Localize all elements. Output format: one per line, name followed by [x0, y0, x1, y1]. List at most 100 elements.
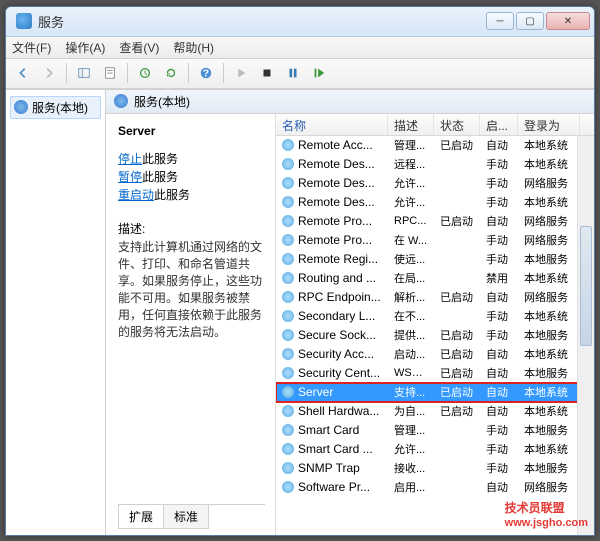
service-name: Server	[298, 385, 333, 399]
service-startup: 手动	[480, 175, 518, 191]
col-desc[interactable]: 描述	[388, 114, 434, 135]
gear-icon	[14, 100, 28, 114]
col-logon[interactable]: 登录为	[518, 114, 580, 135]
service-logon: 本地服务	[518, 422, 580, 438]
service-row[interactable]: Remote Des...允许...手动本地系统	[276, 193, 594, 212]
service-desc: 允许...	[388, 441, 434, 457]
back-button[interactable]	[12, 62, 34, 84]
menu-help[interactable]: 帮助(H)	[173, 39, 214, 56]
service-name: Shell Hardwa...	[298, 404, 379, 418]
service-desc: 接收...	[388, 460, 434, 476]
tab-extended[interactable]: 扩展	[118, 505, 164, 529]
service-status: 已启动	[434, 213, 480, 229]
service-row[interactable]: Smart Card ...允许...手动本地系统	[276, 440, 594, 459]
service-row[interactable]: SNMP Trap接收...手动本地服务	[276, 459, 594, 478]
service-row[interactable]: Remote Regi...使远...手动本地服务	[276, 250, 594, 269]
menu-view[interactable]: 查看(V)	[119, 39, 159, 56]
properties-button[interactable]	[99, 62, 121, 84]
service-row[interactable]: Remote Pro...RPC...已启动自动网络服务	[276, 212, 594, 231]
services-window: 服务 ─ ▢ ✕ 文件(F) 操作(A) 查看(V) 帮助(H) ?	[5, 6, 595, 536]
restart-link[interactable]: 重启动	[118, 188, 154, 202]
service-desc: 在不...	[388, 308, 434, 324]
service-row[interactable]: Remote Pro...在 W...手动网络服务	[276, 231, 594, 250]
main-header-title: 服务(本地)	[134, 93, 190, 110]
service-row[interactable]: Server支持...已启动自动本地系统	[276, 383, 594, 402]
help-button[interactable]: ?	[195, 62, 217, 84]
nav-services-local[interactable]: 服务(本地)	[10, 96, 101, 119]
service-status: 已启动	[434, 403, 480, 419]
titlebar[interactable]: 服务 ─ ▢ ✕	[6, 7, 594, 37]
service-logon: 本地系统	[518, 137, 580, 153]
service-row[interactable]: Security Cent...WSC...已启动自动本地服务	[276, 364, 594, 383]
service-name: Remote Des...	[298, 157, 375, 171]
service-logon: 网络服务	[518, 213, 580, 229]
service-row[interactable]: Secondary L...在不...手动本地系统	[276, 307, 594, 326]
pause-service-button[interactable]	[282, 62, 304, 84]
col-startup[interactable]: 启...	[480, 114, 518, 135]
menu-action[interactable]: 操作(A)	[65, 39, 105, 56]
service-name: Remote Pro...	[298, 233, 372, 247]
show-hide-tree-button[interactable]	[73, 62, 95, 84]
service-row[interactable]: Routing and ...在局...禁用本地系统	[276, 269, 594, 288]
restart-service-button[interactable]	[308, 62, 330, 84]
close-button[interactable]: ✕	[546, 12, 590, 30]
service-desc: 启用...	[388, 479, 434, 495]
forward-button[interactable]	[38, 62, 60, 84]
service-row[interactable]: Software Pr...启用...自动网络服务	[276, 478, 594, 497]
service-row[interactable]: Remote Des...远程...手动本地系统	[276, 155, 594, 174]
service-startup: 手动	[480, 327, 518, 343]
service-logon: 网络服务	[518, 479, 580, 495]
vertical-scrollbar[interactable]	[577, 136, 594, 535]
service-logon: 本地系统	[518, 308, 580, 324]
service-row[interactable]: RPC Endpoin...解析...已启动自动网络服务	[276, 288, 594, 307]
service-desc: 管理...	[388, 137, 434, 153]
service-startup: 自动	[480, 346, 518, 362]
service-desc: 解析...	[388, 289, 434, 305]
service-desc: 提供...	[388, 327, 434, 343]
minimize-button[interactable]: ─	[486, 12, 514, 30]
service-name: Remote Regi...	[298, 252, 378, 266]
stop-service-button[interactable]	[256, 62, 278, 84]
service-icon	[282, 367, 294, 379]
start-service-button[interactable]	[230, 62, 252, 84]
service-startup: 手动	[480, 422, 518, 438]
service-logon: 本地系统	[518, 156, 580, 172]
export-button[interactable]	[134, 62, 156, 84]
service-name: Software Pr...	[298, 480, 370, 494]
service-row[interactable]: Remote Des...允许...手动网络服务	[276, 174, 594, 193]
service-logon: 本地系统	[518, 194, 580, 210]
service-status: 已启动	[434, 137, 480, 153]
service-desc: 允许...	[388, 175, 434, 191]
service-logon: 网络服务	[518, 232, 580, 248]
maximize-button[interactable]: ▢	[516, 12, 544, 30]
nav-label: 服务(本地)	[32, 99, 88, 116]
service-row[interactable]: Remote Acc...管理...已启动自动本地系统	[276, 136, 594, 155]
service-row[interactable]: Secure Sock...提供...已启动手动本地服务	[276, 326, 594, 345]
stop-link[interactable]: 停止	[118, 152, 142, 166]
col-name[interactable]: 名称	[276, 114, 388, 135]
service-row[interactable]: Smart Card管理...手动本地服务	[276, 421, 594, 440]
service-name: Security Acc...	[298, 347, 374, 361]
main-header: 服务(本地)	[106, 90, 594, 114]
service-row[interactable]: Shell Hardwa...为自...已启动自动本地系统	[276, 402, 594, 421]
refresh-button[interactable]	[160, 62, 182, 84]
service-status: 已启动	[434, 346, 480, 362]
svg-text:?: ?	[203, 68, 209, 80]
service-icon	[282, 329, 294, 341]
service-desc: 远程...	[388, 156, 434, 172]
service-name: Security Cent...	[298, 366, 380, 380]
service-logon: 本地服务	[518, 251, 580, 267]
service-logon: 网络服务	[518, 289, 580, 305]
col-status[interactable]: 状态	[434, 114, 480, 135]
tab-standard[interactable]: 标准	[163, 505, 209, 529]
nav-tree: 服务(本地)	[6, 90, 106, 535]
service-icon	[282, 443, 294, 455]
menu-file[interactable]: 文件(F)	[12, 39, 51, 56]
service-startup: 手动	[480, 194, 518, 210]
scrollbar-thumb[interactable]	[580, 226, 592, 346]
service-row[interactable]: Security Acc...启动...已启动自动本地系统	[276, 345, 594, 364]
service-icon	[282, 196, 294, 208]
pause-link[interactable]: 暂停	[118, 170, 142, 184]
service-logon: 本地服务	[518, 327, 580, 343]
service-name: Smart Card	[298, 423, 359, 437]
